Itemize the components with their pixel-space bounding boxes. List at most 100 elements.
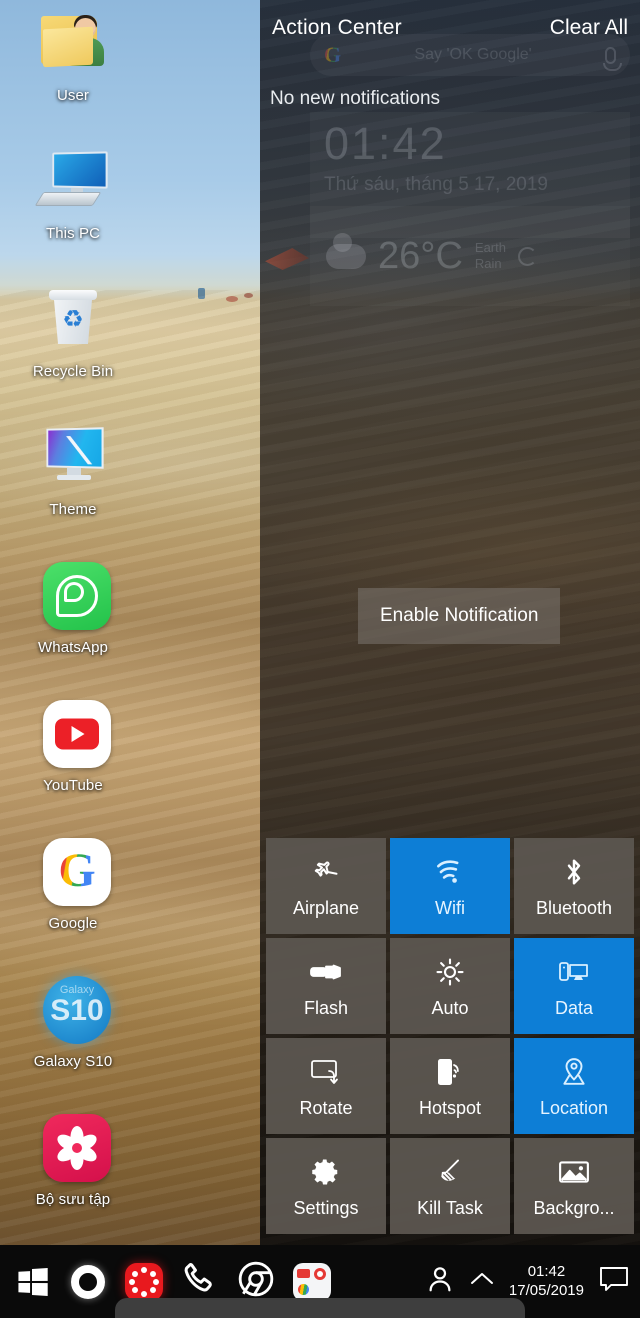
cloud-icon [326, 232, 366, 269]
taskbar-date: 17/05/2019 [508, 1281, 584, 1299]
action-center-title: Action Center [272, 16, 402, 39]
theme-monitor-icon [35, 422, 111, 498]
quick-tile-label: Hotspot [418, 1097, 482, 1118]
recycle-bin-icon: ♻ [35, 284, 111, 360]
taskbar-time: 01:42 [527, 1262, 566, 1280]
phone-screen: User This PC ♻ Recycle Bin Theme WhatsAp… [0, 0, 640, 1318]
galaxy-s10-icon: Galaxy S10 [35, 974, 111, 1050]
person-icon[interactable] [425, 1264, 455, 1299]
brightness-icon [433, 956, 467, 988]
quick-tile-label: Auto [431, 997, 469, 1018]
ghost-clock-time: 01:42 [324, 118, 447, 169]
desktop-icon-label: User [56, 87, 90, 104]
airplane-icon [309, 856, 343, 888]
youtube-icon [35, 698, 111, 774]
quick-tile-data[interactable]: Data [514, 938, 634, 1034]
quick-tile-label: Bluetooth [535, 897, 613, 918]
refresh-icon [517, 246, 537, 266]
mobile-data-icon [557, 956, 591, 988]
quick-tile-location[interactable]: Location [514, 1038, 634, 1134]
desktop-icon-google[interactable]: G Google [14, 836, 132, 932]
google-g-icon: G [324, 42, 342, 67]
ghost-kite-decoration [265, 248, 309, 270]
user-folder-icon [35, 8, 111, 84]
quick-tile-label: Kill Task [417, 1197, 483, 1218]
ghost-weather-desc: Earth Rain [474, 240, 506, 271]
speech-bubble-icon[interactable] [598, 1265, 630, 1298]
quick-tile-label: Data [554, 997, 594, 1018]
google-icon: G [35, 836, 111, 912]
desktop-icon-grid: User This PC ♻ Recycle Bin Theme WhatsAp… [0, 0, 262, 1245]
ghost-google-search-bar: G Say 'OK Google' [310, 34, 630, 76]
start-button[interactable] [8, 1258, 56, 1306]
enable-notification-toast[interactable]: Enable Notification [358, 588, 561, 644]
quick-settings-grid: Airplane Wifi Bluetooth Flash Auto Data … [266, 838, 634, 1234]
broom-icon [433, 1156, 467, 1188]
quick-tile-label: Rotate [299, 1097, 353, 1118]
quick-tile-flash[interactable]: Flash [266, 938, 386, 1034]
quick-tile-label: Backgro... [533, 1197, 615, 1218]
quick-tile-bluetooth[interactable]: Bluetooth [514, 838, 634, 934]
cortana-button[interactable] [64, 1258, 112, 1306]
desktop-icon-label: Galaxy S10 [33, 1053, 113, 1070]
quick-tile-auto-brightness[interactable]: Auto [390, 938, 510, 1034]
desktop-icon-label: Google [48, 915, 98, 932]
no-notifications-text: No new notifications [270, 88, 441, 109]
quick-tile-label: Wifi [435, 897, 465, 918]
rotate-icon [309, 1056, 343, 1088]
chrome-icon [237, 1260, 275, 1303]
desktop-icon-label: YouTube [43, 777, 103, 794]
system-tray: 01:42 17/05/2019 [425, 1263, 640, 1301]
quick-tile-label: Settings [293, 1197, 359, 1218]
chevron-up-icon[interactable] [469, 1270, 495, 1293]
wifi-icon [433, 856, 467, 888]
desktop-icon-label: Recycle Bin [32, 363, 114, 380]
desktop-icon-this-pc[interactable]: This PC [14, 146, 132, 242]
ring-icon [71, 1264, 105, 1299]
quick-tile-label: Airplane [292, 897, 360, 918]
desktop-icon-label: Bộ sưu tập [35, 1191, 111, 1208]
desktop-icon-label: Theme [49, 501, 97, 518]
whatsapp-icon [35, 560, 111, 636]
desktop-icon-user[interactable]: User [14, 8, 132, 104]
gear-icon [309, 1156, 343, 1188]
desktop-icon-whatsapp[interactable]: WhatsApp [14, 560, 132, 656]
quick-tile-hotspot[interactable]: Hotspot [390, 1038, 510, 1134]
ghost-search-placeholder: Say 'OK Google' [414, 46, 532, 63]
desktop-icon-bo-suu-tap[interactable]: Bộ sưu tập [14, 1112, 132, 1208]
quick-tile-kill-task[interactable]: Kill Task [390, 1138, 510, 1234]
desktop-icon-label: WhatsApp [38, 639, 108, 656]
clear-all-button[interactable]: Clear All [550, 16, 628, 40]
action-center-header: Action Center Clear All [260, 16, 640, 40]
quick-tile-background[interactable]: Backgro... [514, 1138, 634, 1234]
red-dots-icon [125, 1262, 163, 1301]
navigation-gesture-bar[interactable] [115, 1298, 525, 1318]
hotspot-icon [433, 1056, 467, 1088]
desktop-icon-theme[interactable]: Theme [14, 422, 132, 518]
desktop-icon-label: This PC [45, 225, 101, 242]
action-center-panel: G Say 'OK Google' 01:42 Thứ sáu, tháng 5… [260, 0, 640, 1245]
desktop-icon-youtube[interactable]: YouTube [14, 698, 132, 794]
desktop-icon-recycle-bin[interactable]: ♻ Recycle Bin [14, 284, 132, 380]
app-tile-icon [293, 1262, 331, 1301]
quick-tile-airplane[interactable]: Airplane [266, 838, 386, 934]
phone-icon [182, 1261, 218, 1302]
microphone-icon [603, 46, 622, 71]
quick-tile-label: Flash [303, 997, 348, 1018]
image-icon [557, 1156, 591, 1188]
computer-icon [34, 146, 111, 222]
quick-tile-wifi[interactable]: Wifi [390, 838, 510, 934]
bluetooth-icon [557, 856, 591, 888]
windows-logo-icon [18, 1267, 48, 1296]
flashlight-icon [309, 956, 343, 988]
ghost-weather-temp: 26°C [378, 235, 463, 277]
location-pin-icon [557, 1056, 591, 1088]
desktop-icon-galaxy-s10[interactable]: Galaxy S10 Galaxy S10 [14, 974, 132, 1070]
ghost-clock-date: Thứ sáu, tháng 5 17, 2019 [324, 173, 548, 195]
gallery-flower-icon [35, 1112, 111, 1188]
taskbar-clock[interactable]: 01:42 17/05/2019 [509, 1263, 584, 1301]
ghost-weather-widget: 26°C Earth Rain [310, 206, 630, 306]
quick-tile-label: Location [539, 1097, 609, 1118]
quick-tile-settings[interactable]: Settings [266, 1138, 386, 1234]
quick-tile-rotate[interactable]: Rotate [266, 1038, 386, 1134]
